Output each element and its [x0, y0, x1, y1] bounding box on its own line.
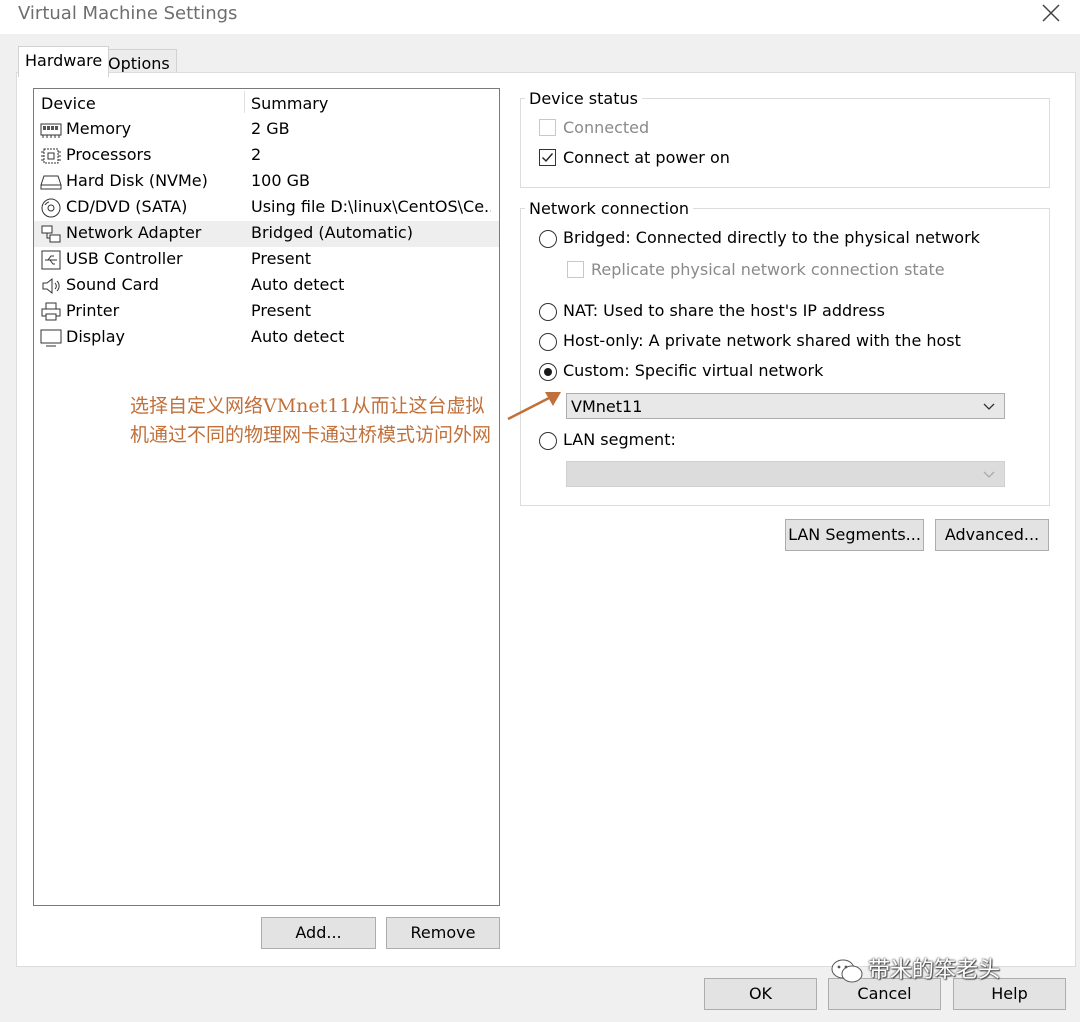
lan-segment-select[interactable] [566, 461, 1005, 487]
summary-column-header[interactable]: Summary [251, 94, 328, 113]
device-status-label: Device status [525, 89, 642, 108]
device-name: Processors [66, 145, 152, 164]
device-name: Display [66, 327, 125, 346]
display-icon [40, 329, 62, 347]
column-separator[interactable] [244, 91, 245, 113]
device-row-memory[interactable]: Memory 2 GB [34, 117, 499, 143]
device-name: Hard Disk (NVMe) [66, 171, 208, 190]
device-summary: 2 [251, 145, 262, 164]
connect-at-power-on-label: Connect at power on [563, 148, 730, 167]
host-only-label: Host-only: A private network shared with… [563, 331, 961, 350]
custom-label: Custom: Specific virtual network [563, 361, 824, 380]
device-name: Printer [66, 301, 120, 320]
nat-radio[interactable] [539, 303, 557, 321]
device-name: Network Adapter [66, 223, 202, 242]
usb-icon [41, 250, 61, 270]
memory-icon [40, 123, 62, 138]
replicate-checkbox[interactable] [567, 261, 584, 278]
device-row-usb-controller[interactable]: USB Controller Present [34, 247, 499, 273]
tab-strip: Hardware Options [16, 38, 1076, 78]
nat-label: NAT: Used to share the host's IP address [563, 301, 885, 320]
add-button[interactable]: Add... [261, 917, 376, 949]
device-name: Memory [66, 119, 132, 138]
sound-icon [42, 277, 60, 295]
network-adapter-icon [41, 225, 61, 243]
chevron-down-icon [983, 403, 995, 410]
device-list-header: Device Summary [34, 89, 499, 117]
close-icon[interactable] [1040, 2, 1062, 24]
advanced-button[interactable]: Advanced... [935, 519, 1049, 551]
lan-segments-button[interactable]: LAN Segments... [785, 519, 924, 551]
watermark-text: 带米的笨老头 [868, 958, 1001, 983]
bridged-radio[interactable] [539, 230, 557, 248]
watermark: 带米的笨老头 [830, 952, 1000, 985]
annotation-text: 选择自定义网络VMnet11从而让这台虚拟机通过不同的物理网卡通过桥模式访问外网 [130, 395, 492, 446]
ok-button[interactable]: OK [704, 978, 817, 1010]
hard-disk-icon [40, 175, 62, 190]
wechat-icon [831, 959, 863, 983]
lan-segment-label: LAN segment: [563, 430, 676, 449]
device-row-network-adapter[interactable]: Network Adapter Bridged (Automatic) [34, 221, 499, 247]
device-name: Sound Card [66, 275, 159, 294]
device-summary: 100 GB [251, 171, 310, 190]
device-name: CD/DVD (SATA) [66, 197, 188, 216]
connect-at-power-on-checkbox[interactable] [539, 149, 556, 166]
device-column-header[interactable]: Device [41, 94, 96, 113]
chevron-down-icon [983, 471, 995, 478]
device-row-cd-dvd[interactable]: CD/DVD (SATA) Using file D:\linux\CentOS… [34, 195, 499, 221]
printer-icon [41, 302, 61, 321]
device-summary: Auto detect [251, 275, 345, 294]
lan-segment-radio[interactable] [539, 432, 557, 450]
device-status-group [520, 98, 1050, 188]
custom-radio[interactable] [539, 363, 557, 381]
replicate-label: Replicate physical network connection st… [591, 260, 945, 279]
annotation-arrow-icon [507, 392, 561, 421]
device-summary: Present [251, 249, 312, 268]
radio-selected-dot [544, 368, 552, 376]
processor-icon [41, 148, 61, 164]
connected-checkbox[interactable] [539, 119, 556, 136]
device-row-hard-disk[interactable]: Hard Disk (NVMe) 100 GB [34, 169, 499, 195]
device-summary: Using file D:\linux\CentOS\Ce... [251, 197, 491, 216]
device-name: USB Controller [66, 249, 183, 268]
device-row-printer[interactable]: Printer Present [34, 299, 499, 325]
network-connection-label: Network connection [525, 199, 694, 218]
remove-button[interactable]: Remove [386, 917, 500, 949]
host-only-radio[interactable] [539, 333, 557, 351]
device-summary: Bridged (Automatic) [251, 223, 413, 242]
checkmark-icon [542, 153, 554, 163]
custom-network-value: VMnet11 [571, 397, 643, 416]
window-title: Virtual Machine Settings [18, 3, 238, 24]
tab-hardware[interactable]: Hardware [18, 46, 110, 77]
device-summary: 2 GB [251, 119, 290, 138]
bridged-label: Bridged: Connected directly to the physi… [563, 228, 980, 247]
device-summary: Present [251, 301, 312, 320]
connected-label: Connected [563, 118, 650, 137]
device-row-sound-card[interactable]: Sound Card Auto detect [34, 273, 499, 299]
device-summary: Auto detect [251, 327, 345, 346]
device-row-processors[interactable]: Processors 2 [34, 143, 499, 169]
device-row-display[interactable]: Display Auto detect [34, 325, 499, 351]
device-list[interactable]: Device Summary Memory 2 GB Processors 2 … [33, 88, 500, 906]
cd-dvd-icon [41, 198, 61, 218]
custom-network-select[interactable]: VMnet11 [566, 393, 1005, 419]
